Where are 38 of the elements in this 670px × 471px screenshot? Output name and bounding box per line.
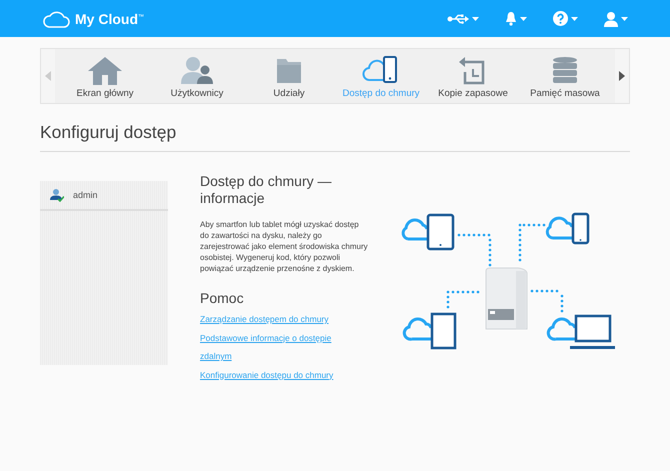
cloud-icon <box>42 10 70 28</box>
user-check-icon <box>50 188 64 202</box>
caret-icon <box>571 16 578 20</box>
user-list-item[interactable]: admin <box>40 181 168 211</box>
caret-icon <box>472 16 479 20</box>
dotted-connector <box>458 234 492 266</box>
cloud-tablet-drawing <box>402 312 456 350</box>
info-paragraph: Aby smartfon lub tablet mógł uzyskać dostęp do zawartości na dysku, należy go zarejestrować jako element środowiska chmury osobistej. Wygeneruj kod, który pozwoli powiązać urządzenie przenośne z dyskiem. <box>200 219 368 274</box>
nav-tab[interactable]: Udziały <box>243 49 335 103</box>
logo-text: My Cloud$^{™}$ <box>75 10 144 26</box>
help-title: Pomoc <box>200 290 244 306</box>
left-arrow-icon <box>45 71 51 81</box>
nas-drive-drawing <box>486 268 528 330</box>
caret-icon <box>621 16 628 20</box>
dotted-connector <box>530 290 564 312</box>
notifications-button[interactable] <box>503 9 529 28</box>
nav-tab[interactable]: Kopie zapasowe <box>427 49 519 103</box>
usb-icon <box>447 14 469 24</box>
right-arrow-icon <box>619 71 625 81</box>
page-title: Konfiguruj dostęp <box>40 122 178 143</box>
scroll-left-button[interactable] <box>41 49 55 103</box>
caret-icon <box>520 16 527 20</box>
nav-tab[interactable]: Ekran główny <box>59 49 151 103</box>
usb-menu-button[interactable] <box>445 12 481 26</box>
section-title: Dostęp do chmury — informacje <box>200 173 332 207</box>
help-button[interactable] <box>551 9 580 28</box>
scroll-right-button[interactable] <box>615 49 629 103</box>
help-icon <box>553 11 568 26</box>
nav-tab[interactable]: Użytkownicy <box>151 49 243 103</box>
dotted-connector <box>446 290 480 308</box>
nav-tab[interactable]: Pamięć masowa <box>519 49 611 103</box>
cloud-tablet-drawing <box>402 214 454 250</box>
user-icon <box>604 10 618 26</box>
cloud-phone-drawing <box>546 212 590 244</box>
bell-icon <box>505 11 517 26</box>
dotted-connector <box>518 224 546 262</box>
cloud-phone-icon <box>362 54 400 86</box>
cloud-laptop-drawing <box>546 314 615 349</box>
